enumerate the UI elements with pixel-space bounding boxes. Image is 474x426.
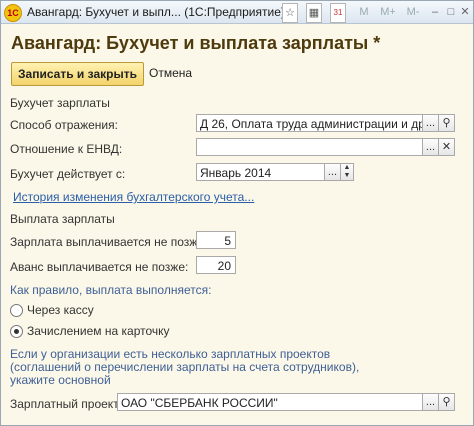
form-heading: Авангард: Бухучет и выплата зарплаты * bbox=[11, 33, 381, 53]
envd-label: Отношение к ЕНВД: bbox=[10, 142, 123, 156]
maximize-icon[interactable]: □ bbox=[445, 3, 457, 21]
envd-select-button[interactable]: ... bbox=[422, 138, 439, 156]
form-window: 1С Авангард: Бухучет и выпл... (1С:Предп… bbox=[0, 0, 474, 426]
cancel-button[interactable]: Отмена bbox=[149, 66, 192, 80]
effective-label: Бухучет действует с: bbox=[10, 167, 126, 181]
advance-day-field[interactable]: 20 bbox=[196, 256, 236, 274]
minimize-icon[interactable]: – bbox=[429, 3, 441, 21]
salary-day-label: Зарплата выплачивается не позже: bbox=[10, 235, 208, 249]
effective-spin-icon[interactable]: ▲ ▼ bbox=[340, 163, 354, 181]
calendar-icon[interactable]: 31 bbox=[330, 3, 346, 23]
salary-project-label: Зарплатный проект: bbox=[10, 397, 123, 411]
envd-field[interactable] bbox=[196, 138, 423, 156]
window-title: Авангард: Бухучет и выпл... (1С:Предприя… bbox=[27, 5, 285, 19]
favorite-star-icon[interactable]: ☆ bbox=[282, 3, 298, 23]
title-bar: 1С Авангард: Бухучет и выпл... (1С:Предп… bbox=[1, 1, 473, 24]
salary-day-field[interactable]: 5 bbox=[196, 231, 236, 249]
payment-section-title: Выплата зарплаты bbox=[10, 212, 115, 226]
envd-clear-icon[interactable]: ✕ bbox=[438, 138, 455, 156]
card-radio[interactable] bbox=[10, 325, 23, 338]
app-1c-icon[interactable]: 1С bbox=[4, 4, 22, 22]
method-field[interactable]: Д 26, Оплата труда администрации и др.от… bbox=[196, 114, 423, 132]
advance-day-label: Аванс выплачивается не позже: bbox=[10, 260, 189, 274]
salary-project-field[interactable]: ОАО "СБЕРБАНК РОССИИ" bbox=[117, 393, 423, 411]
projects-info-line3: укажите основной bbox=[10, 373, 111, 387]
method-select-button[interactable]: ... bbox=[422, 114, 439, 132]
project-search-icon[interactable]: ⚲ bbox=[438, 393, 455, 411]
memory-m-button[interactable]: M bbox=[357, 3, 371, 21]
project-select-button[interactable]: ... bbox=[422, 393, 439, 411]
memory-plus-button[interactable]: M+ bbox=[377, 3, 399, 21]
method-search-icon[interactable]: ⚲ bbox=[438, 114, 455, 132]
card-option-label[interactable]: Зачислением на карточку bbox=[27, 324, 170, 338]
cash-option-label[interactable]: Через кассу bbox=[27, 303, 94, 317]
save-and-close-button[interactable]: Записать и закрыть bbox=[11, 62, 144, 86]
memory-minus-button[interactable]: M- bbox=[403, 3, 423, 21]
method-label: Способ отражения: bbox=[10, 118, 118, 132]
effective-select-button[interactable]: ... bbox=[324, 163, 341, 181]
history-link[interactable]: История изменения бухгалтерского учета..… bbox=[13, 190, 254, 204]
calculator-icon[interactable]: ▦ bbox=[306, 3, 322, 23]
close-icon[interactable]: ✕ bbox=[459, 3, 471, 21]
accounting-section-title: Бухучет зарплаты bbox=[10, 96, 110, 110]
cash-radio[interactable] bbox=[10, 304, 23, 317]
payment-method-question: Как правило, выплата выполняется: bbox=[10, 283, 212, 297]
effective-field[interactable]: Январь 2014 bbox=[196, 163, 325, 181]
